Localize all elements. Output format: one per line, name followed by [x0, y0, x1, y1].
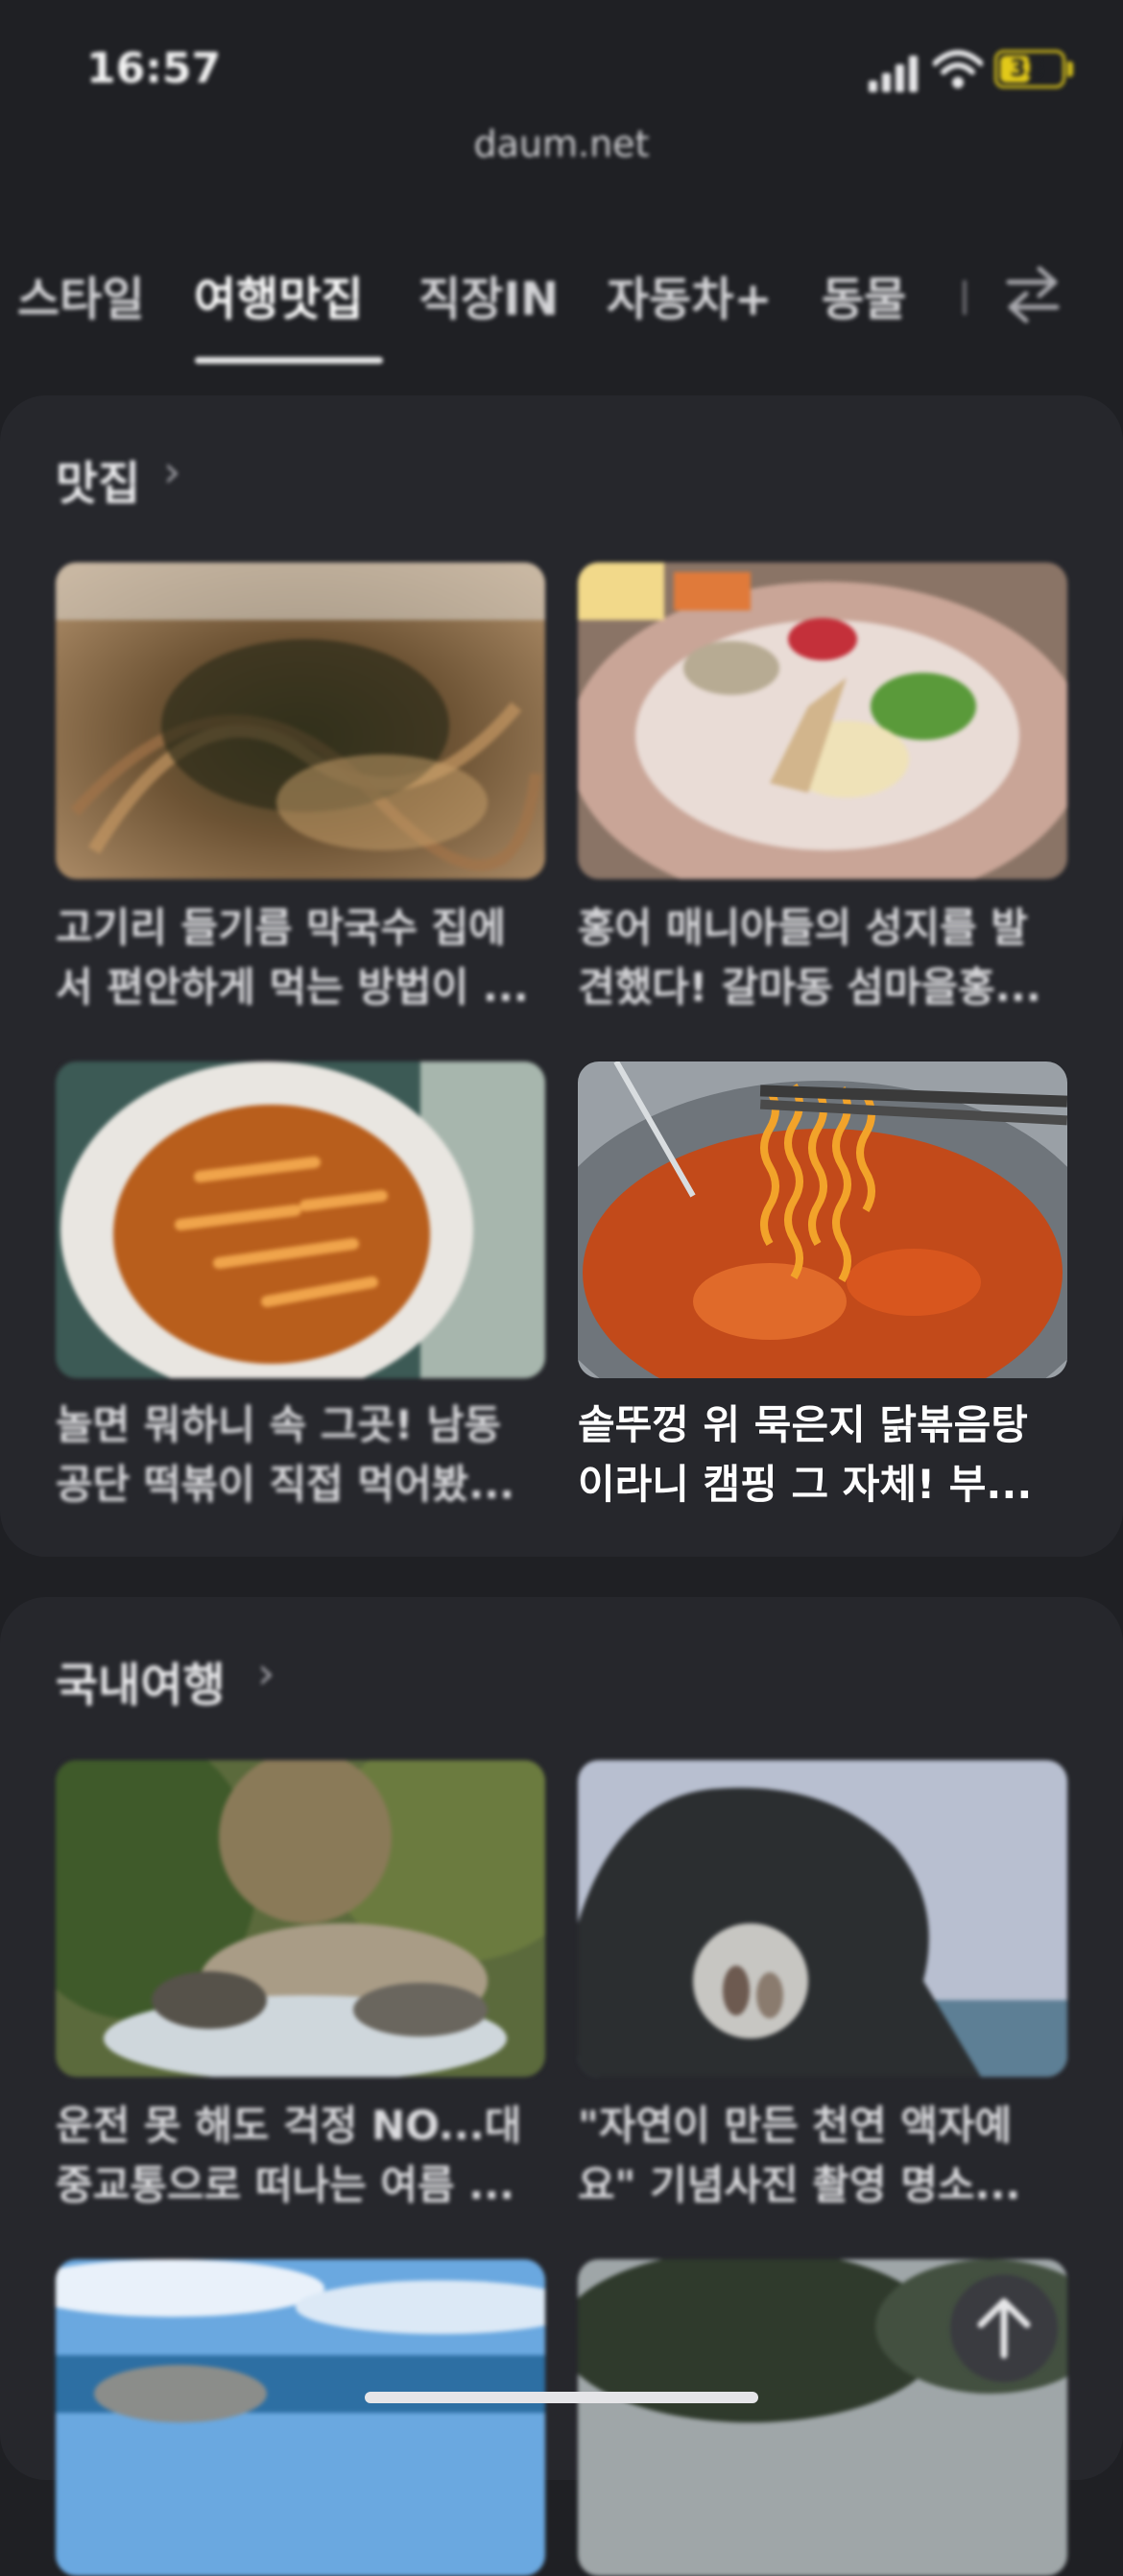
tab-travel-food[interactable]: 여행맛집	[194, 261, 364, 328]
tab-divider	[963, 280, 967, 315]
article-title[interactable]: 운전 못 해도 걱정 NO...대 중교통으로 떠나는 여름 ...	[56, 2096, 555, 2215]
article-title[interactable]: "자연이 만든 천연 액자예 요" 기념사진 촬영 명소...	[578, 2096, 1077, 2215]
article-title[interactable]: 놀면 뭐하니 속 그곳! 남동 공단 떡볶이 직접 먹어봤...	[56, 1395, 555, 1515]
article-thumbnail[interactable]	[56, 2259, 545, 2576]
battery-level: 33	[1010, 55, 1042, 82]
tab-animal[interactable]: 동물	[822, 261, 906, 328]
arrow-up-icon	[977, 2298, 1031, 2359]
category-tabs: 스타일 여행맛집 직장IN 자동차+ 동물	[0, 251, 1123, 367]
battery-icon: 33	[994, 50, 1065, 88]
tab-work-in[interactable]: 직장IN	[418, 261, 559, 328]
active-tab-indicator	[195, 357, 383, 364]
section-title[interactable]: 맛집	[56, 445, 140, 513]
cellular-signal-icon	[869, 56, 918, 92]
chevron-right-icon[interactable]: ›	[257, 1647, 275, 1699]
browser-url[interactable]: daum.net	[0, 123, 1123, 165]
article-thumbnail[interactable]	[578, 562, 1067, 879]
status-time: 16:57	[86, 44, 222, 93]
wifi-icon	[933, 50, 983, 88]
scroll-to-top-button[interactable]	[950, 2275, 1058, 2382]
article-title[interactable]: 고기리 들기름 막국수 집에 서 편안하게 먹는 방법이 ...	[56, 898, 555, 1017]
article-thumbnail[interactable]	[56, 1061, 545, 1378]
status-bar: 16:57 33	[0, 0, 1123, 125]
tab-style[interactable]: 스타일	[17, 261, 144, 328]
home-indicator[interactable]	[365, 2392, 758, 2403]
article-thumbnail[interactable]	[578, 1760, 1067, 2077]
tab-car-plus[interactable]: 자동차+	[607, 261, 773, 328]
article-thumbnail[interactable]	[56, 1760, 545, 2077]
article-title[interactable]: 홍어 매니아들의 성지를 발 견했다! 갈마동 섬마을홍...	[578, 898, 1077, 1017]
swap-arrows-icon[interactable]	[1003, 263, 1063, 326]
article-thumbnail[interactable]	[578, 1061, 1067, 1378]
article-thumbnail[interactable]	[56, 562, 545, 879]
section-title[interactable]: 국내여행	[56, 1647, 226, 1714]
chevron-right-icon[interactable]: ›	[163, 445, 180, 497]
article-title[interactable]: 솥뚜껑 위 묵은지 닭볶음탕 이라니 캠핑 그 자체! 부...	[578, 1395, 1077, 1515]
section-restaurants: 맛집 › 고기리 들기름 막국수 집에 서 편안하게 먹는 방법이 ... 홍어…	[0, 395, 1123, 1557]
